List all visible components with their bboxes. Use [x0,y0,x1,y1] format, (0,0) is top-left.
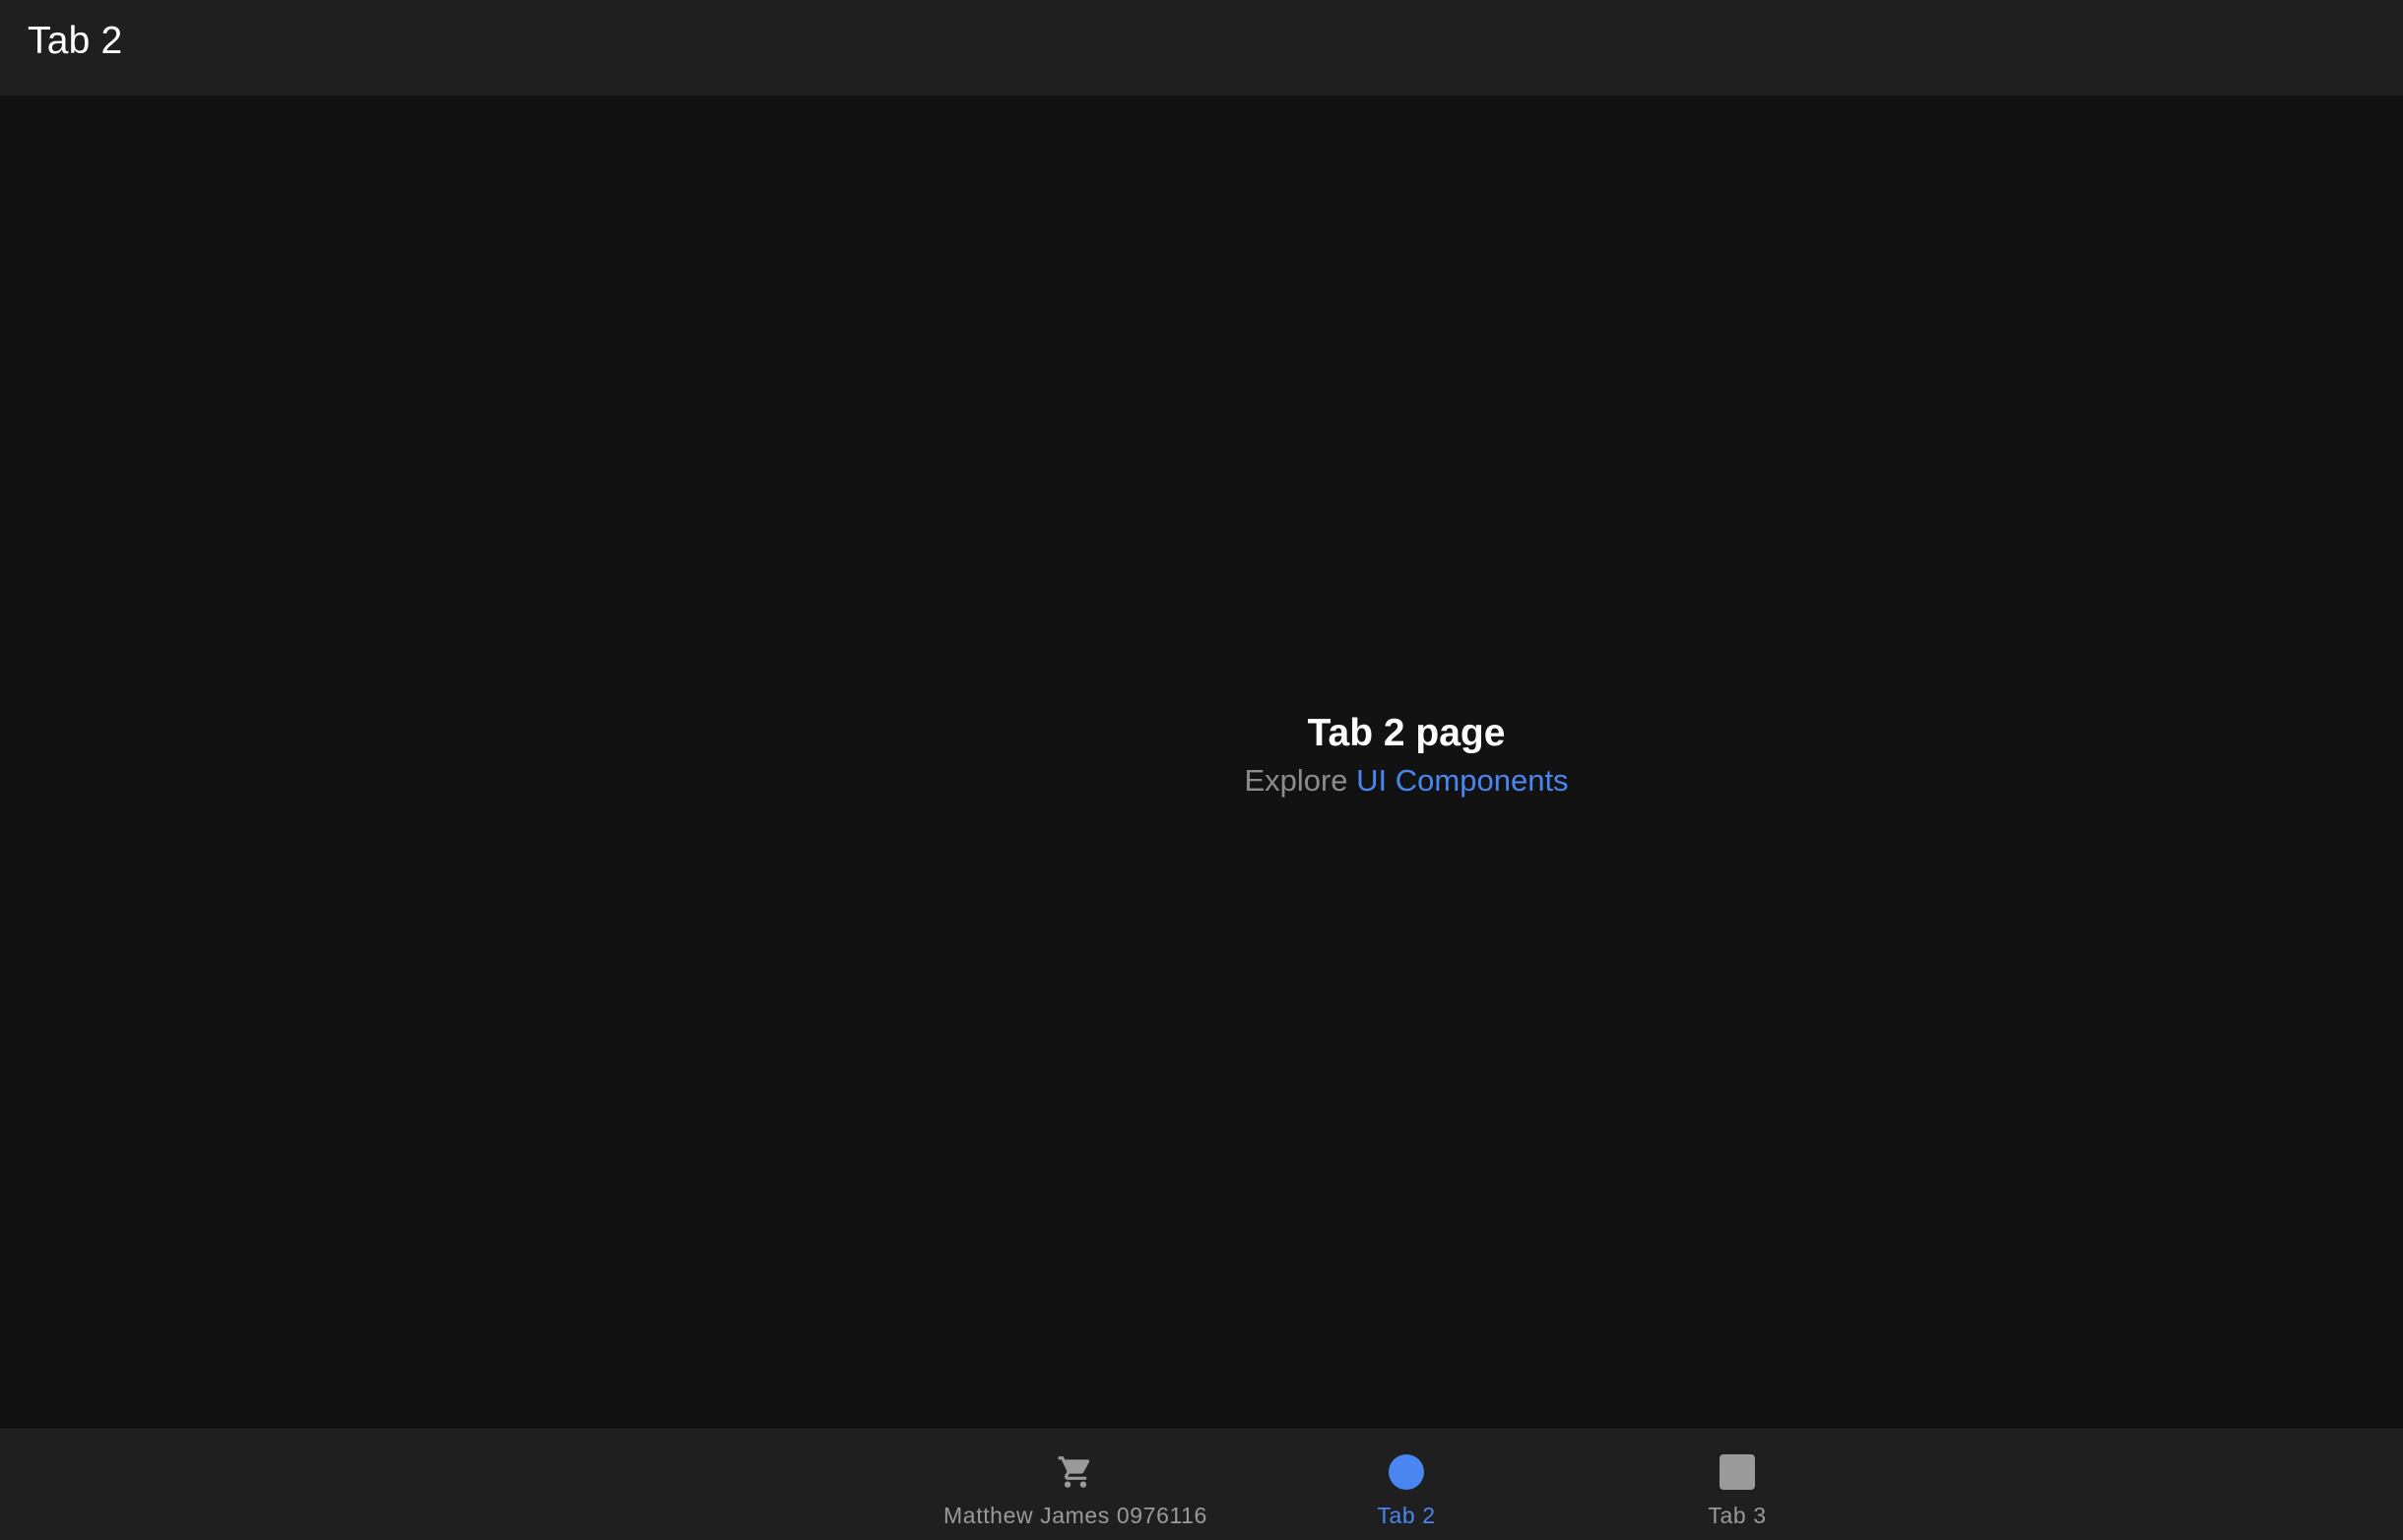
empty-state-container: Tab 2 page Explore UI Components [1209,708,1603,802]
tab-label: Matthew James 0976116 [943,1503,1207,1528]
page-title: Tab 2 [28,20,123,62]
ui-components-link[interactable]: UI Components [1356,763,1568,798]
tab-3[interactable]: Tab 3 [1572,1430,1903,1540]
square-icon [1719,1453,1756,1491]
tab-label: Tab 3 [1708,1503,1767,1528]
tab-2[interactable]: Tab 2 [1241,1430,1572,1540]
circle-icon [1388,1453,1425,1491]
tab-bar: Matthew James 0976116 Tab 2 Tab 3 [0,1429,2403,1540]
explore-text: Explore UI Components [1209,759,1603,802]
tab-label: Tab 2 [1377,1503,1436,1528]
cart-icon [1057,1453,1094,1491]
app-header: Tab 2 [0,0,2403,96]
main-content: Tab 2 page Explore UI Components [0,96,2403,1429]
page-heading: Tab 2 page [1307,712,1506,754]
explore-prefix: Explore [1244,763,1348,798]
app-root: Tab 2 Tab 2 page Explore UI Components M… [0,0,2403,1540]
tab-matthew-james[interactable]: Matthew James 0976116 [910,1430,1241,1540]
